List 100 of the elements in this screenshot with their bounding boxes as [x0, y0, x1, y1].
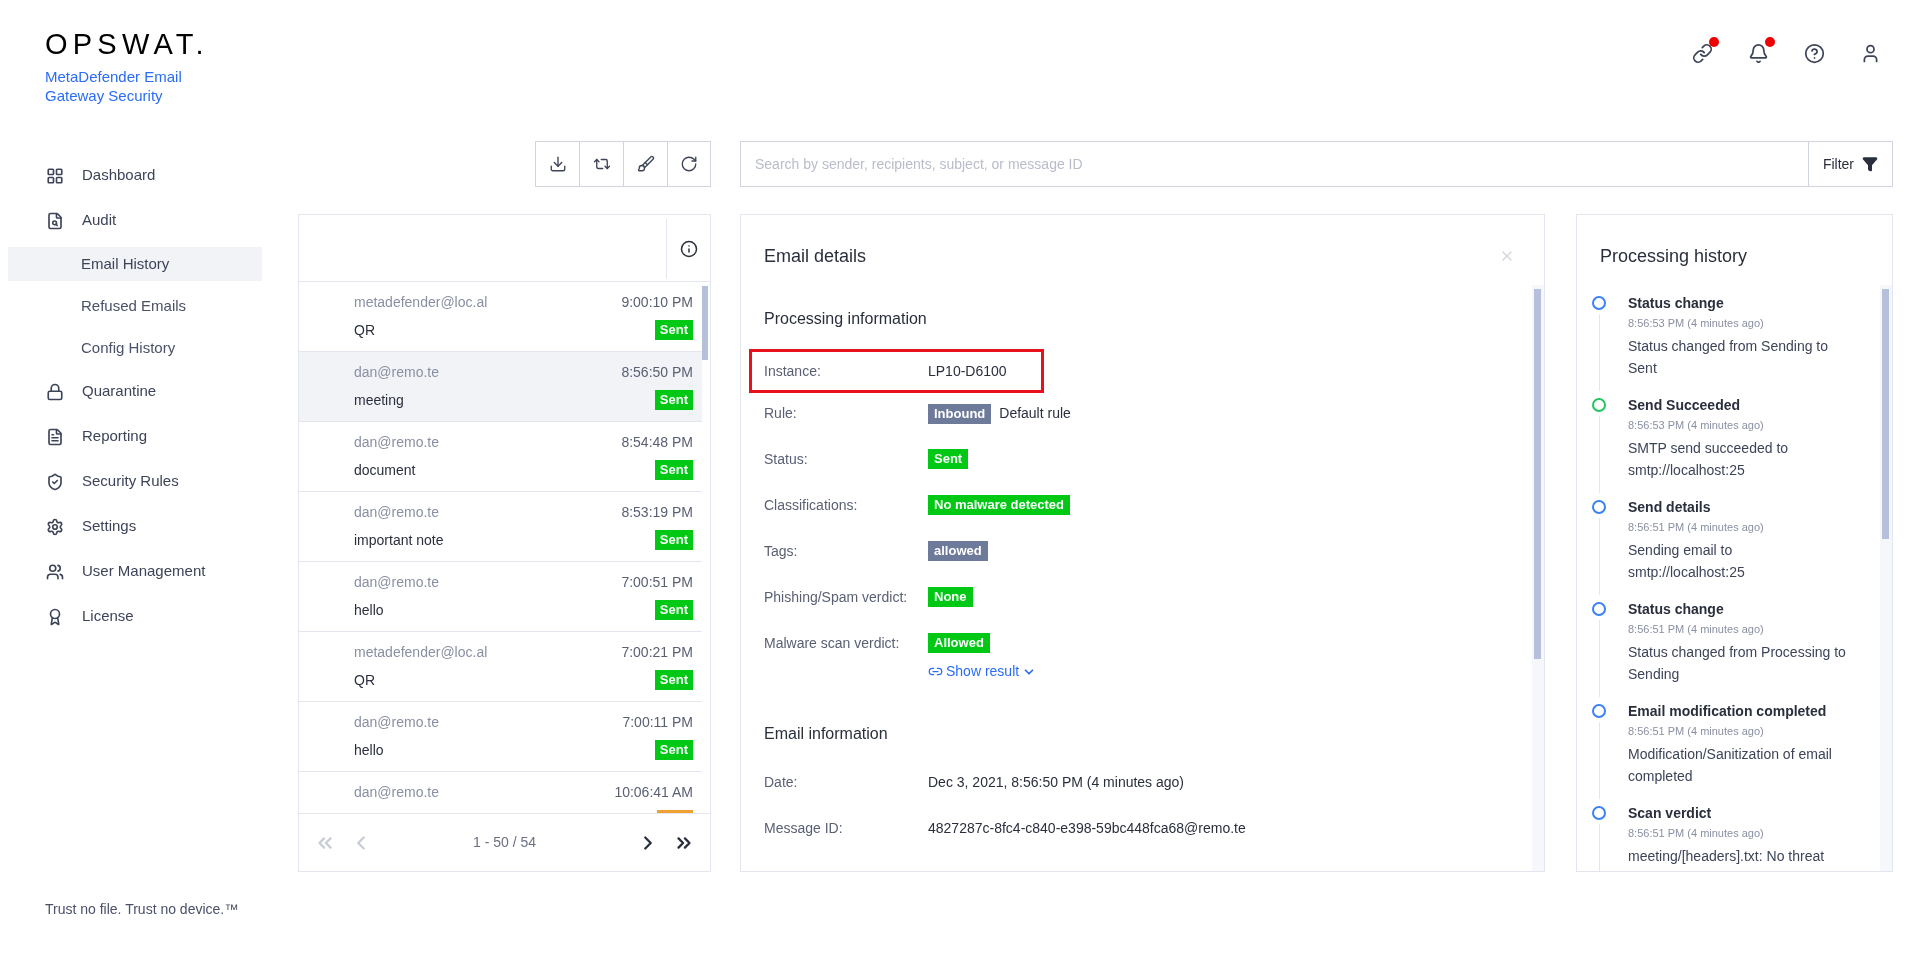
- event-description: Sending email to smtp://localhost:25: [1628, 540, 1746, 582]
- time: 8:56:50 PM: [621, 363, 693, 382]
- search-field[interactable]: Search by sender, recipients, subject, or message ID: [740, 141, 1808, 187]
- subject: QR: [354, 321, 375, 340]
- event-description: Status changed from Sending to Sent: [1628, 336, 1830, 378]
- status-badge: Sent: [654, 740, 693, 760]
- event-time: 8:56:51 PM (4 minutes ago): [1628, 826, 1765, 841]
- event-time: 8:56:51 PM (4 minutes ago): [1628, 724, 1765, 739]
- sidebar-item[interactable]: Dashboard: [0, 153, 298, 198]
- sender: dan@remo.te: [354, 713, 440, 732]
- sidebar-subitem[interactable]: Refused Emails: [8, 289, 262, 323]
- field-label: Instance:: [764, 361, 822, 381]
- scrollbar[interactable]: [1882, 289, 1889, 539]
- lock-icon: [46, 382, 64, 401]
- brush-icon: [636, 155, 655, 173]
- time: 10:06:41 AM: [614, 783, 693, 802]
- event-title: Email modification completed: [1628, 702, 1828, 721]
- status-badge: Sent: [654, 390, 693, 410]
- sender: metadefender@loc.al: [354, 293, 488, 312]
- event-description: Modification/Sanitization of email completed: [1628, 744, 1833, 786]
- logo: OPSWAT.: [45, 30, 210, 59]
- status-badge: Sent: [654, 530, 693, 550]
- event-title: Send Succeeded: [1628, 396, 1742, 415]
- field-label: Status:: [764, 450, 809, 469]
- event-time: 8:56:51 PM (4 minutes ago): [1628, 622, 1765, 637]
- event-title: Send details: [1628, 498, 1712, 517]
- scrollbar[interactable]: [702, 286, 708, 360]
- sender: dan@remo.te: [354, 783, 440, 802]
- grid-icon: [46, 166, 64, 185]
- tag: Allowed: [928, 633, 990, 653]
- time: 7:00:51 PM: [621, 573, 693, 592]
- sidebar-subitem[interactable]: Email History: [8, 247, 262, 281]
- email-row[interactable]: dan@remo.te 8:56:50 PM meeting Sent: [299, 352, 702, 422]
- event-description: SMTP send succeeded to smtp://localhost:25: [1628, 438, 1790, 480]
- subject: QR: [354, 671, 375, 690]
- show-result-link[interactable]: Show result: [928, 661, 1037, 682]
- event-title: Status change: [1628, 294, 1725, 313]
- sender: dan@remo.te: [354, 433, 440, 452]
- document-icon: [46, 427, 64, 446]
- shield-check-icon: [46, 472, 64, 491]
- sidebar-item[interactable]: Audit: [0, 198, 298, 243]
- sidebar-item[interactable]: User Management: [0, 549, 298, 594]
- tag: None: [928, 587, 973, 607]
- tag: Inbound: [928, 403, 992, 424]
- field-value: Dec 3, 2021, 8:56:50 PM (4 minutes ago): [928, 773, 1185, 792]
- sender: dan@remo.te: [354, 363, 440, 382]
- tag: allowed: [928, 541, 988, 561]
- event-time: 8:56:53 PM (4 minutes ago): [1628, 418, 1765, 433]
- tag: No malware detected: [928, 495, 1071, 515]
- field-label: Rule:: [764, 404, 798, 423]
- filter-icon: [1862, 156, 1878, 172]
- sidebar-item[interactable]: Quarantine: [0, 369, 298, 414]
- time: 8:53:19 PM: [621, 503, 693, 522]
- product-name: MetaDefender Email Gateway Security: [45, 67, 183, 105]
- info-icon[interactable]: [679, 240, 698, 258]
- sync-button[interactable]: [579, 141, 623, 187]
- subject: document: [354, 461, 416, 480]
- field-label: Tags:: [764, 542, 799, 561]
- event-description: Status changed from Processing to Sending: [1628, 642, 1847, 684]
- refresh-button[interactable]: [667, 141, 711, 187]
- status-badge: Sent: [654, 670, 693, 690]
- brush-button[interactable]: [623, 141, 667, 187]
- download-button[interactable]: [535, 141, 579, 187]
- tagline: Trust no file. Trust no device.™: [44, 900, 240, 919]
- field-label: Phishing/Spam verdict:: [764, 588, 909, 607]
- section-heading: Email information: [764, 724, 889, 744]
- field-value: Default rule: [999, 404, 1071, 423]
- tag: Sent: [928, 449, 969, 469]
- filter-button[interactable]: Filter: [1807, 141, 1893, 187]
- settings-icon: [46, 517, 64, 536]
- sidebar-item[interactable]: License: [0, 594, 298, 639]
- users-icon: [46, 562, 64, 581]
- status-badge: Sent: [654, 320, 693, 340]
- sidebar-item[interactable]: Reporting: [0, 414, 298, 459]
- event-time: 8:56:53 PM (4 minutes ago): [1628, 316, 1765, 331]
- event-title: Scan verdict: [1628, 804, 1713, 823]
- event-time: 8:56:51 PM (4 minutes ago): [1628, 520, 1765, 535]
- subject: hello: [354, 601, 384, 620]
- status-badge: Sent: [654, 460, 693, 480]
- sender: dan@remo.te: [354, 503, 440, 522]
- time: 9:00:10 PM: [621, 293, 693, 312]
- event-title: Status change: [1628, 600, 1725, 619]
- page-range: 1 - 50 / 54: [471, 833, 537, 852]
- field-label: Malware scan verdict:: [764, 634, 901, 653]
- sender: metadefender@loc.al: [354, 643, 488, 662]
- panel-title: Email details: [764, 244, 867, 268]
- sidebar-item[interactable]: Security Rules: [0, 459, 298, 504]
- scrollbar[interactable]: [1534, 289, 1541, 659]
- sender: dan@remo.te: [354, 573, 440, 592]
- subject: meeting: [354, 391, 404, 410]
- sidebar-item[interactable]: Settings: [0, 504, 298, 549]
- sidebar-subitem[interactable]: Config History: [8, 331, 262, 365]
- subject: important note: [354, 531, 444, 550]
- subject: hello: [354, 741, 384, 760]
- time: 7:00:11 PM: [622, 713, 693, 732]
- field-value: 4827287c-8fc4-c840-e398-59bc448fca68@remo.te: [928, 819, 1246, 838]
- field-label: Message ID:: [764, 819, 844, 838]
- section-heading: Processing information: [764, 309, 928, 329]
- download-icon: [548, 155, 567, 173]
- panel-title: Processing history: [1600, 244, 1748, 268]
